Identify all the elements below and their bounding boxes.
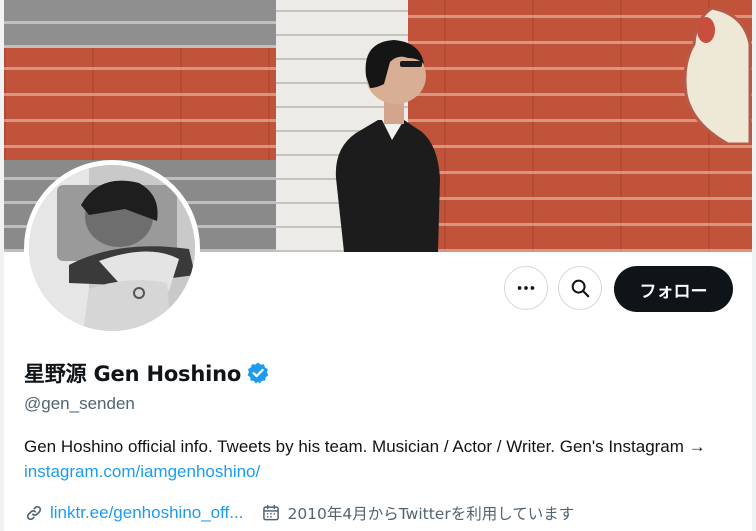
link-icon [26, 505, 42, 521]
banner-guitar [683, 6, 752, 144]
display-name-row: 星野源 Gen Hoshino [24, 356, 270, 390]
display-name: 星野源 Gen Hoshino [24, 362, 242, 386]
verified-badge-icon[interactable] [246, 361, 270, 385]
profile-meta-row: linktr.ee/genhoshino_off... 2010年4月からTwi… [24, 500, 574, 526]
profile-bio: Gen Hoshino official info. Tweets by his… [24, 434, 724, 484]
banner-grey-brick-top [4, 0, 279, 48]
username-handle: @gen_senden [24, 394, 135, 413]
calendar-icon [263, 504, 280, 521]
bio-instagram-link[interactable]: instagram.com/iamgenhoshino/ [24, 462, 260, 481]
joined-date: 2010年4月からTwitterを利用しています [287, 505, 575, 523]
follow-button[interactable]: フォロー [614, 266, 733, 312]
search-icon [571, 279, 590, 298]
website-link[interactable]: linktr.ee/genhoshino_off... [50, 503, 243, 523]
avatar-photo [29, 165, 195, 331]
profile-avatar[interactable] [24, 160, 200, 336]
bio-text: Gen Hoshino official info. Tweets by his… [24, 437, 706, 456]
more-options-button[interactable] [504, 266, 548, 310]
search-tweets-button[interactable] [558, 266, 602, 310]
more-horizontal-icon [517, 286, 535, 290]
right-border [752, 0, 756, 531]
banner-person-figure [335, 40, 440, 252]
